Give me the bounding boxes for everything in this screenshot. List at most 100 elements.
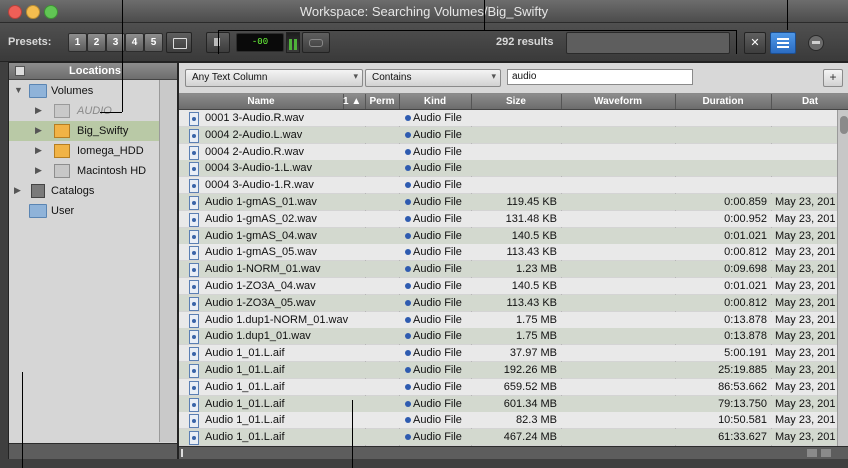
sidebar-item-user[interactable]: User xyxy=(9,201,159,221)
results-table: 0001 3-Audio.R.wav Audio File 0004 2-Audio… xyxy=(179,110,837,446)
disclosure-closed-icon[interactable]: ▶ xyxy=(14,185,21,196)
disclosure-closed-icon[interactable]: ▶ xyxy=(35,125,42,136)
folder-icon xyxy=(29,84,47,98)
sidebar-item-label: Macintosh HD xyxy=(77,165,147,177)
table-row[interactable]: 0004 3-Audio-1.L.wav Audio File xyxy=(179,160,837,177)
table-row[interactable]: Audio 1-NORM_01.wav Audio File 1.23 MB 0:09… xyxy=(179,261,837,278)
table-row[interactable]: 0001 3-Audio.R.wav Audio File xyxy=(179,110,837,126)
column-size[interactable]: Size xyxy=(471,94,562,109)
criteria-value-input[interactable]: audio xyxy=(507,69,693,85)
row-duration: 79:13.750 xyxy=(718,397,767,410)
sidebar-item-catalogs[interactable]: ▶ Catalogs xyxy=(9,181,159,201)
row-kind: Audio File xyxy=(413,313,462,326)
preset-button-1[interactable]: 1 xyxy=(68,33,87,52)
kind-icon xyxy=(405,165,411,172)
table-row[interactable]: Audio 1_01.L.aif Audio File 192.26 MB 25:19… xyxy=(179,362,837,378)
table-row[interactable]: Audio 1_01.L.aif Audio File 467.24 MB 61:33… xyxy=(179,429,837,446)
preset-button-4[interactable]: 4 xyxy=(125,33,144,52)
column-select[interactable]: Any Text Column ▾ xyxy=(185,69,363,87)
clear-search-button[interactable]: ✕ xyxy=(744,32,766,54)
column-duration[interactable]: Duration xyxy=(675,94,772,109)
table-row[interactable]: Audio 1-ZO3A_05.wav Audio File 113.43 KB 0:… xyxy=(179,294,837,311)
sidebar-item-big-swifty[interactable]: ▶ Big_Swifty xyxy=(9,121,159,141)
preset-button-5[interactable]: 5 xyxy=(144,33,163,52)
scroll-thumb[interactable] xyxy=(840,116,848,134)
catalog-icon xyxy=(31,184,45,198)
preset-button-2[interactable]: 2 xyxy=(87,33,106,52)
sidebar-scrollbar[interactable] xyxy=(159,80,177,442)
table-row[interactable]: Audio 1-gmAS_01.wav Audio File 119.45 KB 0:… xyxy=(179,194,837,210)
disclosure-closed-icon[interactable]: ▶ xyxy=(35,145,42,156)
row-size: 1.75 MB xyxy=(516,313,557,326)
row-size: 601.34 MB xyxy=(503,397,557,410)
table-row[interactable]: Audio 1-ZO3A_04.wav Audio File 140.5 KB 0:0… xyxy=(179,278,837,294)
table-row[interactable]: Audio 1-gmAS_04.wav Audio File 140.5 KB 0:0… xyxy=(179,227,837,244)
row-kind: Audio File xyxy=(413,229,462,242)
loop-preview-button[interactable] xyxy=(302,32,330,53)
locations-sidebar: Locations ▼ Volumes ▶ AUDIO ▶ Big_Swifty… xyxy=(8,62,178,460)
operator-select[interactable]: Contains ▾ xyxy=(365,69,501,87)
callout-line-toolbar xyxy=(484,0,485,30)
table-row[interactable]: Audio 1.dup1-NORM_01.wav Audio File 1.75 M… xyxy=(179,311,837,328)
row-date: May 23, 201 xyxy=(775,414,836,427)
audio-file-icon xyxy=(189,431,199,446)
column-perm[interactable]: Perm xyxy=(365,94,400,109)
checkbox-icon[interactable] xyxy=(15,66,25,76)
audio-file-icon xyxy=(189,380,199,395)
table-row[interactable]: 0004 2-Audio.R.wav Audio File xyxy=(179,143,837,160)
row-duration: 0:01.021 xyxy=(724,280,767,292)
scroll-right-button[interactable] xyxy=(821,449,831,457)
row-size: 113.43 KB xyxy=(506,296,557,309)
horizontal-scrollbar[interactable] xyxy=(179,446,848,460)
table-row[interactable]: 0004 3-Audio-1.R.wav Audio File xyxy=(179,177,837,194)
column-name[interactable]: Name xyxy=(179,94,344,109)
kind-icon xyxy=(405,367,411,373)
row-name: Audio 1_01.L.aif xyxy=(205,380,285,393)
vertical-scrollbar[interactable] xyxy=(837,110,848,446)
audio-file-icon xyxy=(189,347,199,362)
options-menu-button[interactable] xyxy=(808,35,824,51)
disclosure-closed-icon[interactable]: ▶ xyxy=(35,165,42,176)
disclosure-open-icon[interactable]: ▼ xyxy=(14,85,23,95)
callout-tick-sidebar-top xyxy=(100,112,122,113)
audio-file-icon xyxy=(189,196,199,210)
column-date[interactable]: Dat xyxy=(771,94,848,109)
row-duration: 25:19.885 xyxy=(718,364,767,376)
add-criteria-button[interactable]: + xyxy=(823,69,843,87)
row-kind: Audio File xyxy=(413,162,462,175)
results-count: 292 results xyxy=(496,36,554,48)
sidebar-item-iomega-hdd[interactable]: ▶ Iomega_HDD xyxy=(9,141,159,161)
table-row[interactable]: Audio 1_01.L.aif Audio File 82.3 MB 10:50.5… xyxy=(179,412,837,429)
kind-icon xyxy=(405,215,411,222)
row-duration: 0:00.812 xyxy=(724,246,767,259)
scroll-left-button[interactable] xyxy=(807,449,817,457)
preview-volume-meter[interactable]: -00 xyxy=(236,33,284,52)
sidebar-item-macintosh-hd[interactable]: ▶ Macintosh HD xyxy=(9,161,159,181)
row-size: 192.26 MB xyxy=(503,364,557,376)
row-size: 113.43 KB xyxy=(506,246,557,259)
disclosure-closed-icon[interactable]: ▶ xyxy=(35,105,42,116)
kind-icon xyxy=(405,148,411,155)
column-kind[interactable]: Kind xyxy=(399,94,472,109)
table-row[interactable]: Audio 1-gmAS_05.wav Audio File 113.43 KB 0:… xyxy=(179,244,837,261)
new-folder-button[interactable] xyxy=(166,32,192,53)
table-row[interactable]: Audio 1-gmAS_02.wav Audio File 131.48 KB 0:… xyxy=(179,210,837,227)
audio-file-icon xyxy=(189,128,199,143)
column-sort-indicator[interactable]: 1 ▲ xyxy=(343,94,366,109)
folder-plus-icon xyxy=(173,38,187,49)
drive-icon xyxy=(54,104,70,118)
search-field[interactable] xyxy=(566,32,730,54)
row-size: 659.52 MB xyxy=(503,380,557,393)
column-waveform[interactable]: Waveform xyxy=(561,94,676,109)
table-row[interactable]: Audio 1_01.L.aif Audio File 37.97 MB 5:00.1… xyxy=(179,345,837,362)
sidebar-item-volumes[interactable]: ▼ Volumes xyxy=(9,81,159,101)
table-row[interactable]: Audio 1_01.L.aif Audio File 659.52 MB 86:53… xyxy=(179,378,837,395)
scroll-left-end-icon[interactable] xyxy=(181,449,193,457)
row-name: Audio 1_01.L.aif xyxy=(205,414,285,427)
sidebar-item-audio[interactable]: ▶ AUDIO xyxy=(9,101,159,121)
advanced-search-button[interactable] xyxy=(770,32,796,54)
table-row[interactable]: 0004 2-Audio.L.wav Audio File xyxy=(179,126,837,143)
table-row[interactable]: Audio 1_01.L.aif Audio File 601.34 MB 79:13… xyxy=(179,395,837,412)
table-row[interactable]: Audio 1.dup1_01.wav Audio File 1.75 MB 0:13… xyxy=(179,328,837,345)
kind-icon xyxy=(405,333,411,340)
